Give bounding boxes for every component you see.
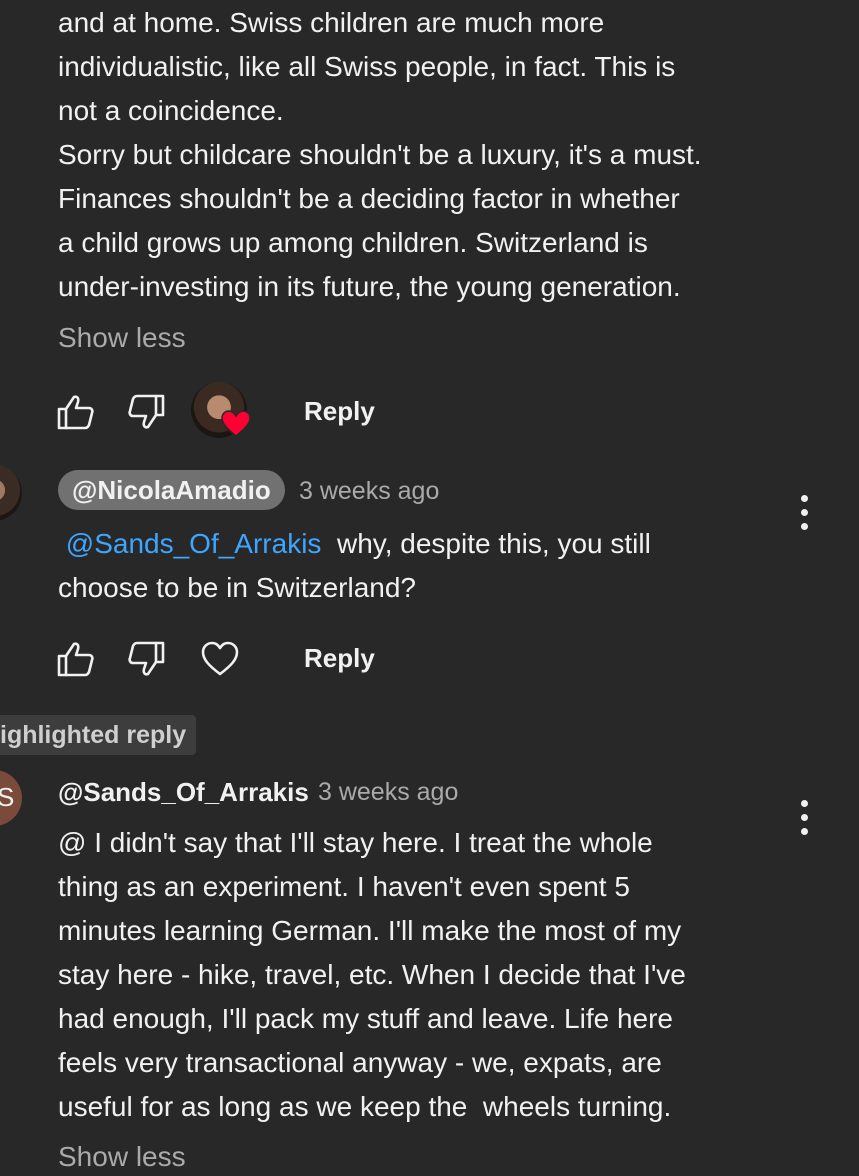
dislike-button[interactable]: [124, 637, 168, 681]
avatar[interactable]: [0, 465, 22, 521]
dot: [801, 800, 808, 807]
reply-actions: [54, 629, 242, 689]
reply-button[interactable]: Reply: [304, 396, 375, 427]
show-less-button[interactable]: Show less: [58, 1141, 186, 1173]
comment-line: Finances shouldn't be a deciding factor …: [58, 183, 680, 214]
author-name[interactable]: @NicolaAmadio: [58, 470, 285, 510]
reply-line: feels very transactional anyway - we, ex…: [58, 1047, 662, 1078]
comment-line: not a coincidence.: [58, 95, 284, 126]
show-less-button[interactable]: Show less: [58, 322, 186, 354]
thumbs-down-icon: [128, 394, 165, 429]
comment-line: under-investing in its future, the young…: [58, 271, 681, 302]
highlighted-reply-badge: ighlighted reply: [0, 715, 197, 755]
reply-line: @ I didn't say that I'll stay here. I tr…: [58, 827, 653, 858]
thumbs-down-icon: [128, 641, 165, 676]
reply-line: choose to be in Switzerland?: [58, 572, 416, 603]
more-actions-icon[interactable]: [795, 493, 815, 533]
thumbs-up-icon: [57, 642, 94, 677]
reply-button[interactable]: Reply: [304, 643, 375, 674]
author-name[interactable]: @Sands_Of_Arrakis: [58, 777, 309, 808]
mention-link[interactable]: @Sands_Of_Arrakis: [66, 528, 322, 559]
heart-icon: [221, 410, 251, 437]
thumbs-up-icon: [57, 395, 94, 430]
reply-line-text: why, despite this, you still: [336, 528, 651, 559]
reply-line: @Sands_Of_Arrakis why, despite this, you…: [58, 522, 778, 566]
reply-text: @ I didn't say that I'll stay here. I tr…: [58, 821, 778, 1129]
reply-line: minutes learning German. I'll make the m…: [58, 915, 682, 946]
reply-line: had enough, I'll pack my stuff and leave…: [58, 1003, 674, 1034]
dot: [801, 523, 808, 530]
dot: [801, 814, 808, 821]
comment-line: individualistic, like all Swiss people, …: [58, 51, 676, 82]
heart-button[interactable]: [198, 637, 242, 681]
reply-line: thing as an experiment. I haven't even s…: [58, 871, 630, 902]
creator-heart[interactable]: [191, 382, 251, 440]
reply-line: stay here - hike, travel, etc. When I de…: [58, 959, 686, 990]
like-button[interactable]: [54, 390, 98, 434]
comment-actions: [54, 382, 168, 442]
dot: [801, 509, 808, 516]
reply-line: useful for as long as we keep the wheels…: [58, 1091, 672, 1122]
comment-text: and at home. Swiss children are much mor…: [58, 1, 778, 309]
comments-thread: and at home. Swiss children are much mor…: [0, 0, 859, 1176]
timestamp[interactable]: 3 weeks ago: [299, 477, 439, 506]
comment-line: Sorry but childcare shouldn't be a luxur…: [58, 139, 702, 170]
dislike-button[interactable]: [124, 390, 168, 434]
dot: [801, 495, 808, 502]
timestamp[interactable]: 3 weeks ago: [318, 778, 458, 807]
heart-outline-icon: [201, 641, 239, 676]
more-actions-icon[interactable]: [795, 798, 815, 838]
avatar-letter: S: [0, 782, 15, 812]
like-button[interactable]: [54, 637, 98, 681]
dot: [801, 828, 808, 835]
avatar[interactable]: S: [0, 770, 22, 826]
comment-line: and at home. Swiss children are much mor…: [58, 7, 605, 38]
reply-text: @Sands_Of_Arrakis why, despite this, you…: [58, 522, 778, 610]
comment-line: a child grows up among children. Switzer…: [58, 227, 648, 258]
